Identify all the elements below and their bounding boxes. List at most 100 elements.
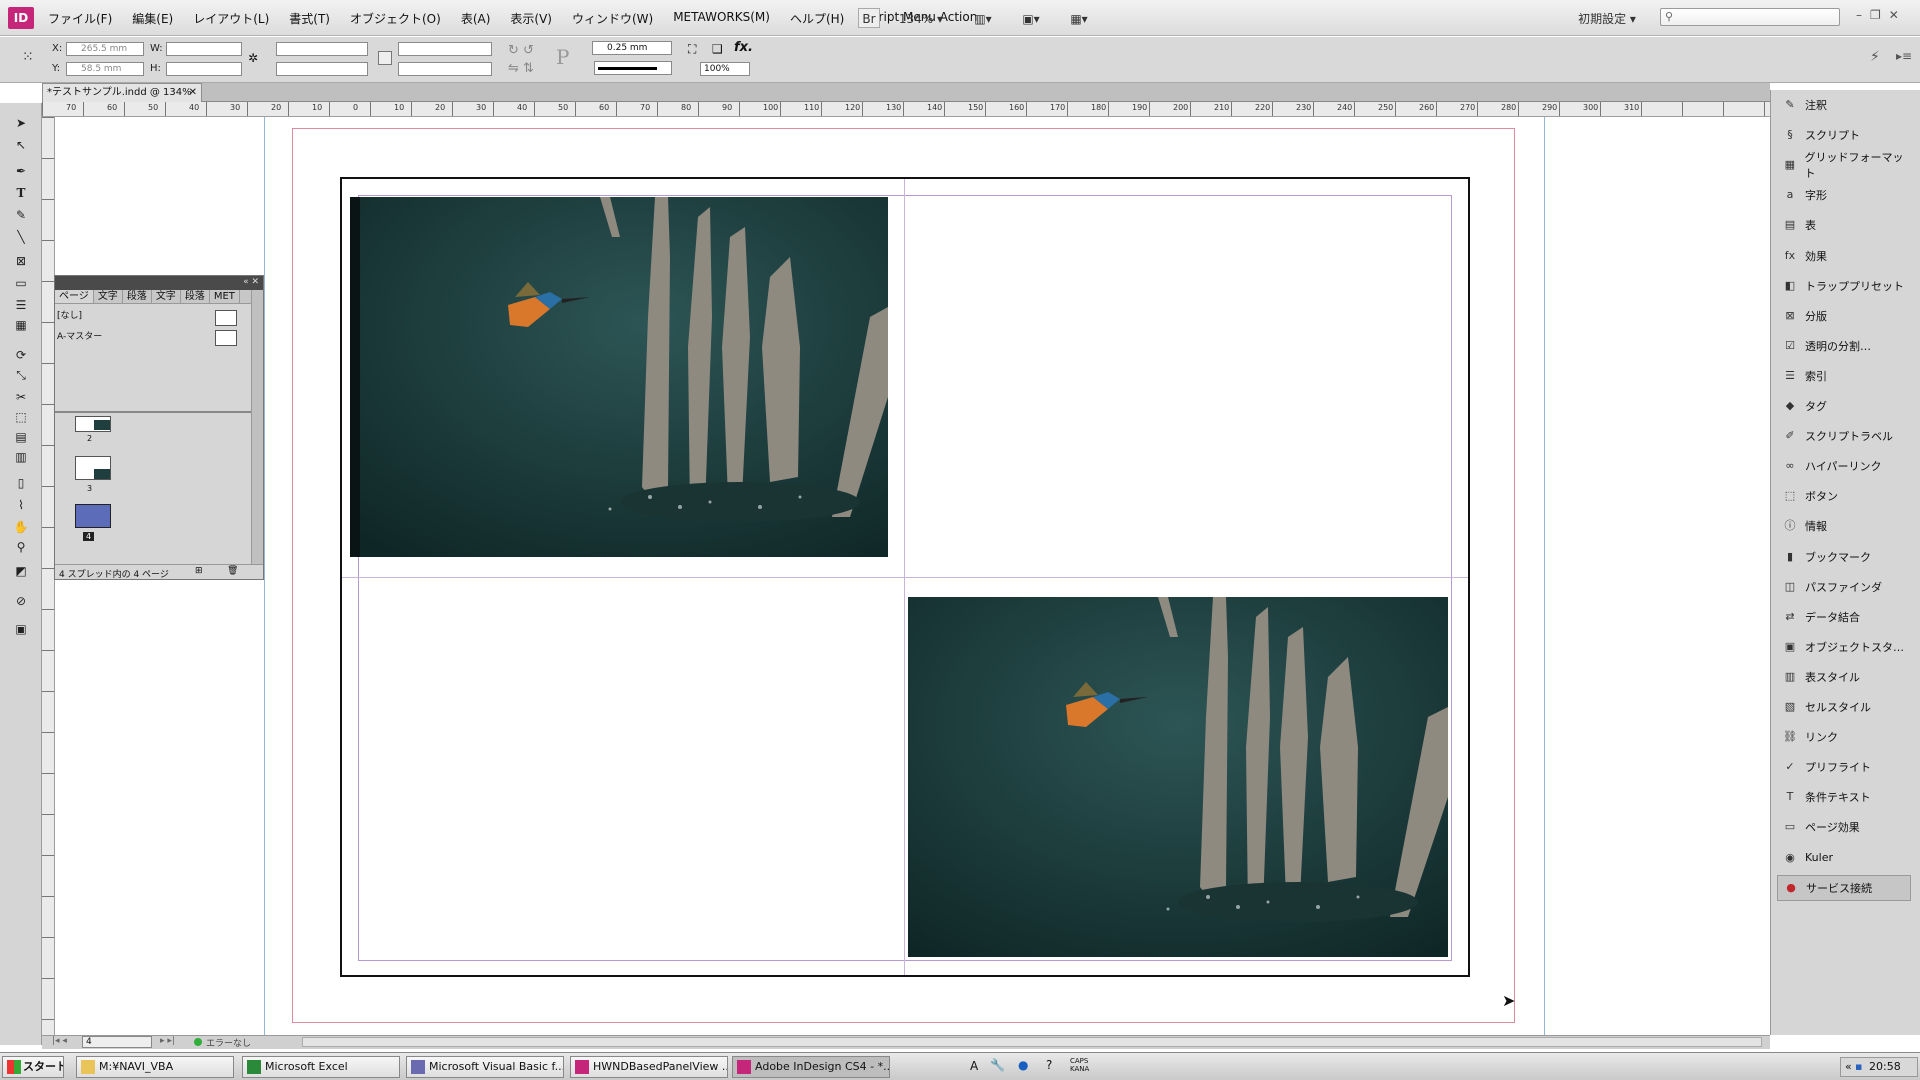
panel-item-fx[interactable]: fx 効果	[1777, 243, 1911, 269]
menu-window[interactable]: ウィンドウ(W)	[572, 10, 653, 27]
pencil-tool-icon[interactable]: ✎	[12, 207, 30, 223]
scale-y-field[interactable]	[276, 62, 368, 76]
start-button[interactable]: スタート	[2, 1056, 64, 1078]
clock[interactable]: 20:58	[1869, 1060, 1901, 1073]
pasteboard[interactable]: ➤	[55, 117, 1762, 1035]
shear-field[interactable]	[398, 62, 492, 76]
panel-item-table-style[interactable]: ▥ 表スタイル	[1777, 664, 1911, 690]
ime-status-icon[interactable]: ●	[1018, 1058, 1028, 1072]
panel-item-pathfinder[interactable]: ◫ パスファインダ	[1777, 574, 1911, 600]
help-icon[interactable]: ?	[1046, 1058, 1052, 1072]
gradient-tool-icon[interactable]: ▤	[12, 429, 30, 445]
restore-icon[interactable]: ❐	[1870, 8, 1889, 22]
panel-item-object-style[interactable]: ▣ オブジェクトスタ…	[1777, 634, 1911, 660]
document-tab[interactable]: *テストサンプル.indd @ 134% ✕	[42, 83, 202, 102]
rotate-tool-icon[interactable]: ⟳	[12, 347, 30, 363]
rectangle-tool-icon[interactable]: ▭	[12, 275, 30, 291]
panel-item-button[interactable]: ⬚ ボタン	[1777, 483, 1911, 509]
indesign-logo[interactable]: ID	[8, 7, 34, 29]
panel-item-page-transition[interactable]: ▭ ページ効果	[1777, 814, 1911, 840]
y-field[interactable]: 58.5 mm	[66, 62, 144, 76]
width-field[interactable]	[166, 42, 242, 56]
master-a-thumb[interactable]	[215, 330, 237, 346]
lightning-icon[interactable]: ⚡	[1870, 49, 1880, 65]
menu-file[interactable]: ファイル(F)	[48, 10, 112, 27]
task-indesign[interactable]: Adobe InDesign CS4 - *...	[732, 1056, 890, 1078]
page-thumb-2[interactable]	[75, 416, 111, 432]
page-nav-first-icon[interactable]: |◂ ◂	[52, 1036, 67, 1046]
ime-mode[interactable]: A	[970, 1059, 978, 1073]
task-hwnd[interactable]: HWNDBasedPanelView ...	[570, 1056, 728, 1078]
master-none[interactable]: [なし]	[57, 308, 82, 321]
arrange-documents-button[interactable]: ▦▾	[1062, 8, 1096, 28]
flip-icons[interactable]: ⇋ ⇅	[508, 61, 534, 76]
panel-item-table[interactable]: ▤ 表	[1777, 212, 1911, 238]
panel-item-tag[interactable]: ◆ タグ	[1777, 393, 1911, 419]
gradient-feather-tool-icon[interactable]: ▥	[12, 449, 30, 465]
rectangle-frame-tool-icon[interactable]: ⊠	[12, 253, 30, 269]
horizontal-grid-tool-icon[interactable]: ☰	[12, 297, 30, 313]
pages-panel-titlebar[interactable]: « ✕	[55, 276, 263, 290]
page-thumb-3[interactable]	[75, 456, 111, 480]
panel-item-note[interactable]: ✎ 注釈	[1777, 92, 1911, 118]
close-icon[interactable]: ✕	[1889, 8, 1907, 22]
menu-view[interactable]: 表示(V)	[510, 10, 552, 27]
link-scale-icon[interactable]	[378, 51, 392, 65]
menu-metaworks[interactable]: METAWORKS(M)	[673, 10, 770, 27]
panel-item-conditional-text[interactable]: T 条件テキスト	[1777, 784, 1911, 810]
panel-item-bookmark[interactable]: ▮ ブックマーク	[1777, 544, 1911, 570]
view-options-button[interactable]: ▥▾	[966, 8, 1000, 28]
rotate-icons[interactable]: ↻ ↺	[508, 43, 534, 58]
help-search-input[interactable]: ⚲	[1660, 8, 1840, 26]
master-none-thumb[interactable]	[215, 310, 237, 326]
panel-item-info[interactable]: ⓘ 情報	[1777, 513, 1911, 539]
selection-tool-icon[interactable]: ➤	[12, 115, 30, 131]
panel-item-trap[interactable]: ◧ トラッププリセット	[1777, 273, 1911, 299]
menu-layout[interactable]: レイアウト(L)	[193, 10, 269, 27]
tab-metaworks[interactable]: MET	[210, 290, 240, 303]
zoom-tool-icon[interactable]: ⚲	[12, 539, 30, 555]
panel-item-service[interactable]: ● サービス接続	[1777, 874, 1911, 901]
page-thumb-4[interactable]	[75, 504, 111, 528]
horizontal-scrollbar[interactable]	[302, 1037, 1762, 1047]
tab-character-2[interactable]: 文字	[152, 290, 181, 303]
opacity-field[interactable]: 100%	[700, 62, 750, 76]
tab-paragraph[interactable]: 段落	[123, 290, 152, 303]
drop-shadow-icon[interactable]: ❑	[712, 42, 723, 56]
panel-item-kuler[interactable]: ◉ Kuler	[1777, 845, 1911, 871]
panel-scrollbar[interactable]	[251, 290, 263, 565]
panel-item-cell-style[interactable]: ▧ セルスタイル	[1777, 694, 1911, 720]
pen-tool-icon[interactable]: ✒	[12, 163, 30, 179]
menu-edit[interactable]: 編集(E)	[132, 10, 173, 27]
panel-item-grid[interactable]: ▦ グリッドフォーマット	[1777, 151, 1911, 180]
menu-object[interactable]: オブジェクト(O)	[350, 10, 441, 27]
photo-frame-top-left[interactable]	[350, 197, 888, 557]
screen-mode-button[interactable]: ▣▾	[1014, 8, 1048, 28]
menu-help[interactable]: ヘルプ(H)	[790, 10, 844, 27]
fx-icon[interactable]: fx.	[734, 40, 753, 55]
panel-menu-icon[interactable]: ▸≡	[1896, 49, 1912, 63]
panel-item-script-label[interactable]: ✐ スクリプトラベル	[1777, 423, 1911, 449]
panel-item-index[interactable]: ☰ 索引	[1777, 363, 1911, 389]
hand-tool-icon[interactable]: ✋	[12, 519, 30, 535]
panel-item-flattener[interactable]: ☑ 透明の分割…	[1777, 333, 1911, 359]
stroke-type-select[interactable]	[594, 61, 672, 75]
free-transform-tool-icon[interactable]: ⬚	[12, 409, 30, 425]
tab-character[interactable]: 文字	[94, 290, 123, 303]
x-field[interactable]: 265.5 mm	[66, 42, 144, 56]
direct-selection-tool-icon[interactable]: ↖	[12, 137, 30, 153]
zoom-select[interactable]: 134% ▾	[896, 8, 946, 28]
bridge-button[interactable]: Br	[858, 8, 880, 28]
panel-item-glyph[interactable]: a 字形	[1777, 182, 1911, 208]
page-frame[interactable]	[340, 177, 1470, 977]
workspace-select[interactable]: 初期設定 ▾	[1570, 8, 1644, 28]
menu-type[interactable]: 書式(T)	[289, 10, 330, 27]
apply-none-icon[interactable]: ⊘	[12, 593, 30, 609]
panel-divider[interactable]	[55, 411, 251, 413]
network-icon[interactable]: ▪	[1855, 1058, 1862, 1076]
scale-x-field[interactable]	[276, 42, 368, 56]
line-tool-icon[interactable]: ╲	[12, 229, 30, 245]
tab-paragraph-2[interactable]: 段落	[181, 290, 210, 303]
reference-point-icon[interactable]: ⁙	[22, 49, 44, 71]
tab-pages[interactable]: ページ	[55, 290, 94, 303]
